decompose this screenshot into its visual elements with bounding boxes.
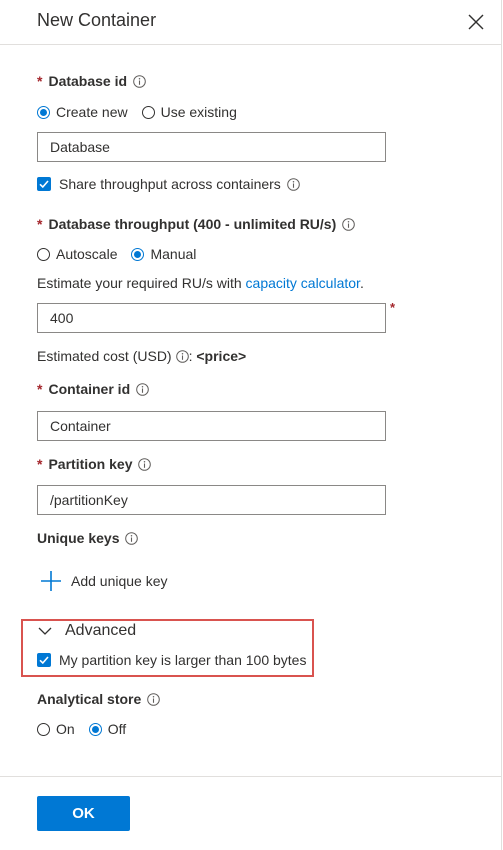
close-icon (468, 14, 484, 30)
add-unique-key-button[interactable]: Add unique key (40, 570, 168, 592)
share-throughput-checkbox[interactable]: Share throughput across containers (37, 176, 300, 192)
radio-use-existing[interactable]: Use existing (141, 104, 237, 120)
radio-button[interactable] (88, 722, 102, 736)
required-marker: * (37, 216, 43, 232)
footer-divider (0, 776, 502, 777)
required-marker: * (37, 73, 43, 89)
database-id-label: * Database id (37, 73, 146, 89)
chevron-down-icon (38, 627, 52, 635)
radio-create-new[interactable]: Create new (37, 104, 128, 120)
info-icon[interactable] (342, 217, 356, 231)
radio-on[interactable]: On (37, 721, 75, 737)
radio-autoscale[interactable]: Autoscale (37, 246, 117, 262)
database-throughput-label: * Database throughput (400 - unlimited R… (37, 216, 356, 232)
info-icon[interactable] (138, 457, 152, 471)
panel-header: New Container (0, 0, 502, 45)
unique-keys-label: Unique keys (37, 530, 139, 546)
large-partition-key-checkbox[interactable]: My partition key is larger than 100 byte… (37, 652, 306, 668)
info-icon[interactable] (136, 382, 149, 396)
capacity-calculator-link[interactable]: capacity calculator (246, 275, 360, 291)
analytical-store-radio-group: On Off (37, 721, 140, 737)
advanced-label: Advanced (65, 622, 137, 639)
info-icon[interactable] (287, 177, 300, 191)
required-marker: * (390, 300, 396, 315)
info-icon[interactable] (125, 531, 139, 545)
estimated-cost: Estimated cost (USD) : <price> (37, 348, 247, 364)
database-mode-radio-group: Create new Use existing (37, 104, 251, 120)
radio-off[interactable]: Off (88, 721, 126, 737)
radio-button[interactable] (141, 105, 155, 119)
database-id-input[interactable] (37, 132, 386, 162)
checkmark-icon (39, 180, 49, 189)
info-icon[interactable] (133, 74, 146, 88)
partition-key-input[interactable] (37, 485, 386, 515)
throughput-mode-radio-group: Autoscale Manual (37, 246, 210, 262)
plus-icon (41, 571, 61, 591)
close-button[interactable] (462, 8, 490, 36)
info-icon[interactable] (175, 349, 189, 363)
estimated-cost-value: <price> (196, 348, 247, 364)
checkbox-checked[interactable] (37, 653, 51, 667)
checkmark-icon (39, 656, 49, 665)
new-container-panel: New Container * Database id Create new U… (0, 0, 502, 850)
container-id-label: * Container id (37, 381, 149, 397)
partition-key-label: * Partition key (37, 456, 152, 472)
estimate-text: Estimate your required RU/s with capacit… (37, 275, 364, 291)
radio-button[interactable] (37, 105, 50, 119)
radio-button[interactable] (131, 247, 145, 261)
radio-button[interactable] (37, 722, 50, 736)
panel-title: New Container (37, 10, 157, 30)
analytical-store-label: Analytical store (37, 691, 161, 707)
checkbox-checked[interactable] (37, 177, 51, 191)
required-marker: * (37, 456, 43, 472)
required-marker: * (37, 381, 43, 397)
info-icon[interactable] (147, 692, 161, 706)
container-id-input[interactable] (37, 411, 386, 441)
throughput-input[interactable] (37, 303, 386, 333)
advanced-toggle[interactable]: Advanced (37, 622, 136, 640)
ok-button[interactable]: OK (37, 796, 130, 831)
radio-manual[interactable]: Manual (131, 246, 196, 262)
radio-button[interactable] (37, 247, 50, 261)
